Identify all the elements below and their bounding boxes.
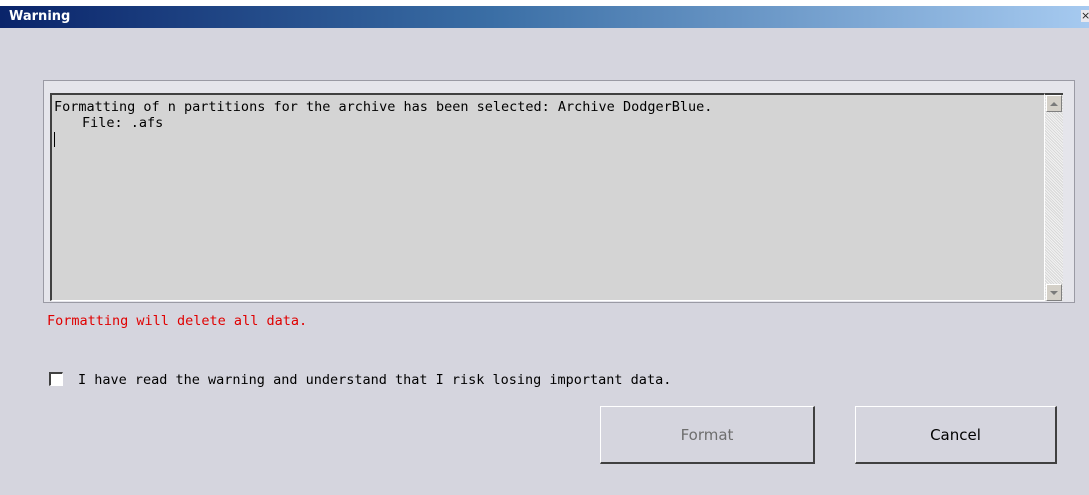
cancel-button[interactable]: Cancel: [855, 406, 1057, 464]
format-button[interactable]: Format: [600, 406, 815, 464]
format-button-label: Format: [680, 425, 734, 444]
warning-dialog: Warning × Formatting of n partitions for…: [0, 0, 1089, 495]
message-line-1: Formatting of n partitions for the archi…: [54, 99, 713, 115]
warning-message: Formatting will delete all data.: [47, 313, 308, 329]
text-caret: [54, 132, 55, 147]
acknowledge-checkbox[interactable]: [49, 372, 63, 386]
message-line-2: File: .afs: [82, 115, 164, 131]
acknowledge-label[interactable]: I have read the warning and understand t…: [78, 372, 671, 388]
message-textarea[interactable]: Formatting of n partitions for the archi…: [50, 93, 1045, 301]
close-icon[interactable]: ×: [1081, 10, 1089, 22]
vertical-scrollbar[interactable]: [1045, 93, 1063, 301]
window-title: Warning: [9, 9, 71, 24]
title-bar: Warning: [0, 6, 1089, 28]
scroll-up-button[interactable]: [1046, 95, 1062, 112]
arrow-up-icon: [1050, 101, 1058, 106]
arrow-down-icon: [1050, 290, 1058, 295]
cancel-button-label: Cancel: [930, 425, 981, 444]
scroll-down-button[interactable]: [1046, 284, 1062, 301]
